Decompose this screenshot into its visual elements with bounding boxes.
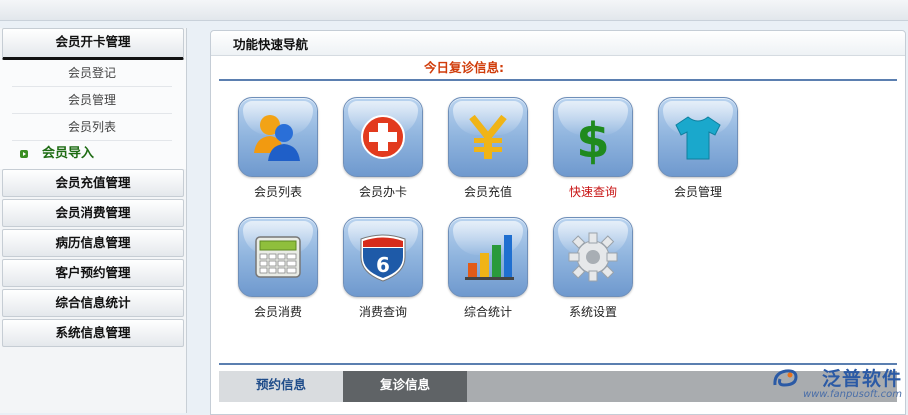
sidebar-item-member-register[interactable]: 会员登记 xyxy=(12,60,172,87)
brand-url: www.fanpusoft.com xyxy=(802,389,902,400)
sidebar-section-consumption[interactable]: 会员消费管理 xyxy=(2,199,184,227)
tile xyxy=(238,217,318,297)
nav-system-settings[interactable]: 系统设置 xyxy=(548,217,638,320)
brand-logo-icon xyxy=(773,369,798,387)
panel-title: 功能快速导航 xyxy=(211,31,905,56)
tile xyxy=(448,97,528,177)
tile xyxy=(553,217,633,297)
sidebar: 会员开卡管理 会员登记 会员管理 会员列表 会员导入 会员充值管理 会员消费管理… xyxy=(0,28,187,413)
icon-label: 会员列表 xyxy=(253,185,302,199)
add-card-icon xyxy=(361,115,405,159)
quick-nav-panel: 功能快速导航 今日复诊信息: 会员列表 会员办卡 会员充值 $ 快速查询 会员管… xyxy=(210,30,906,415)
sidebar-section-card-management[interactable]: 会员开卡管理 xyxy=(2,28,184,60)
sidebar-item-member-list[interactable]: 会员列表 xyxy=(12,114,172,141)
shield-6-icon: 6 xyxy=(360,234,406,282)
nav-member-list[interactable]: 会员列表 xyxy=(233,97,323,200)
icon-label: 综合统计 xyxy=(463,305,512,319)
gear-icon xyxy=(568,232,618,282)
icon-label: 会员充值 xyxy=(463,185,512,199)
sidebar-section-recharge[interactable]: 会员充值管理 xyxy=(2,169,184,197)
revisit-notice: 今日复诊信息: xyxy=(424,60,504,75)
icon-label: 快速查询 xyxy=(568,185,617,199)
nav-statistics[interactable]: 综合统计 xyxy=(443,217,533,320)
tile xyxy=(448,217,528,297)
arrow-bullet-icon xyxy=(20,149,28,158)
top-bar xyxy=(0,0,908,21)
tile: 6 xyxy=(343,217,423,297)
nav-member-consume[interactable]: 会员消费 xyxy=(233,217,323,320)
tab-revisit[interactable]: 复诊信息 xyxy=(343,371,467,402)
sidebar-item-member-import[interactable]: 会员导入 xyxy=(12,141,172,167)
divider-top xyxy=(219,79,897,81)
tile: $ xyxy=(553,97,633,177)
sidebar-section-medical-records[interactable]: 病历信息管理 xyxy=(2,229,184,257)
nav-member-recharge[interactable]: 会员充值 xyxy=(443,97,533,200)
sidebar-submenu: 会员登记 会员管理 会员列表 会员导入 xyxy=(0,60,186,169)
icon-label: 消费查询 xyxy=(358,305,407,319)
tile xyxy=(658,97,738,177)
tile xyxy=(343,97,423,177)
sidebar-section-statistics[interactable]: 综合信息统计 xyxy=(2,289,184,317)
sidebar-item-member-manage[interactable]: 会员管理 xyxy=(12,87,172,114)
nav-member-card[interactable]: 会员办卡 xyxy=(338,97,428,200)
calculator-icon xyxy=(255,236,301,278)
dollar-icon: $ xyxy=(576,113,609,167)
nav-member-manage[interactable]: 会员管理 xyxy=(653,97,743,200)
brand-watermark: 泛普软件 www.fanpusoft.com xyxy=(772,364,902,404)
icon-label: 会员消费 xyxy=(253,305,302,319)
sidebar-section-system[interactable]: 系统信息管理 xyxy=(2,319,184,347)
bar-chart-icon xyxy=(465,235,514,280)
nav-consume-query[interactable]: 6 消费查询 xyxy=(338,217,428,320)
svg-text:6: 6 xyxy=(376,253,390,277)
yen-icon xyxy=(469,114,507,159)
nav-quick-query[interactable]: $ 快速查询 xyxy=(548,97,638,200)
icon-label: 会员管理 xyxy=(673,185,722,199)
icon-label: 系统设置 xyxy=(568,305,617,319)
sidebar-section-appointments[interactable]: 客户预约管理 xyxy=(2,259,184,287)
tile xyxy=(238,97,318,177)
shirt-icon xyxy=(675,116,721,160)
members-icon xyxy=(254,115,300,161)
icon-label: 会员办卡 xyxy=(358,185,407,199)
tab-appointments[interactable]: 预约信息 xyxy=(219,371,343,402)
svg-text:$: $ xyxy=(576,113,609,167)
sidebar-item-label: 会员导入 xyxy=(42,146,95,161)
